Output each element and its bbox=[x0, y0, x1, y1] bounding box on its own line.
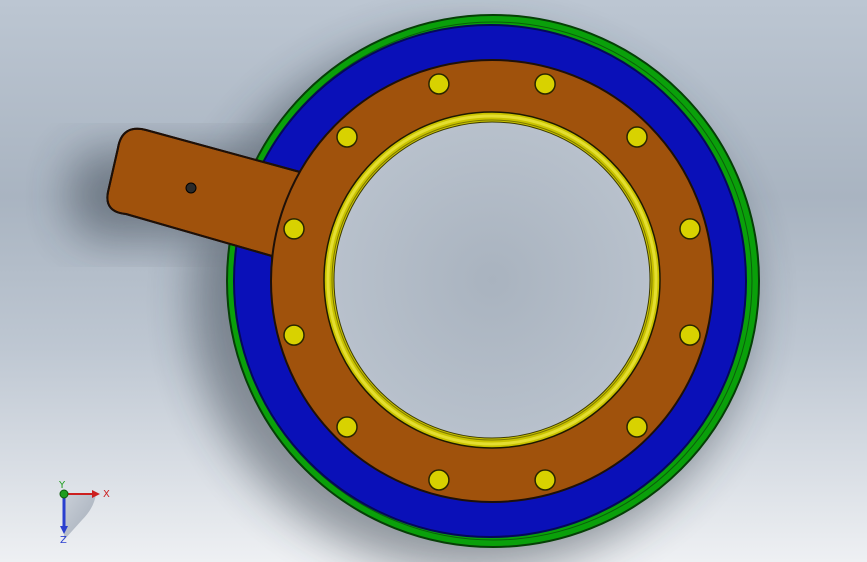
bolt-head[interactable] bbox=[534, 73, 556, 95]
bolt-head[interactable] bbox=[283, 218, 305, 240]
tab-hole bbox=[185, 182, 197, 194]
bolt-head[interactable] bbox=[534, 469, 556, 491]
bolt-head[interactable] bbox=[283, 324, 305, 346]
x-axis-label: X bbox=[103, 489, 110, 500]
bolt-head[interactable] bbox=[626, 416, 648, 438]
model-view[interactable]: X Y Z bbox=[0, 0, 867, 562]
bolt-head[interactable] bbox=[428, 469, 450, 491]
graphics-viewport[interactable]: X Y Z bbox=[0, 0, 867, 562]
center-bore bbox=[333, 121, 651, 439]
bolt-head[interactable] bbox=[626, 126, 648, 148]
y-axis-dot bbox=[59, 489, 69, 499]
bolt-head[interactable] bbox=[336, 126, 358, 148]
bolt-head[interactable] bbox=[336, 416, 358, 438]
z-axis-label: Z bbox=[60, 535, 67, 546]
bolt-head[interactable] bbox=[428, 73, 450, 95]
y-axis-label: Y bbox=[58, 480, 66, 491]
bolt-head[interactable] bbox=[679, 218, 701, 240]
bolt-head[interactable] bbox=[679, 324, 701, 346]
coordinate-triad: X Y Z bbox=[58, 480, 110, 546]
